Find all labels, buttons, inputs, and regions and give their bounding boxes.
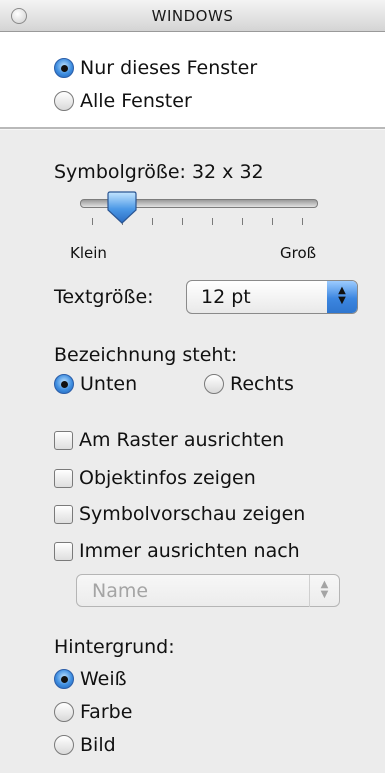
- checkbox-show-icon-preview[interactable]: Symbolvorschau zeigen: [54, 503, 305, 525]
- radio-unselected-icon: [54, 91, 74, 111]
- arrange-by-popup[interactable]: Name ▲ ▼: [76, 574, 340, 607]
- slider-tick: [302, 218, 303, 225]
- icon-size-slider-thumb[interactable]: [106, 190, 138, 226]
- checkbox-show-item-info[interactable]: Objektinfos zeigen: [54, 467, 256, 489]
- icon-size-label: Symbolgröße: 32 x 32: [54, 161, 264, 183]
- radio-label: Weiß: [80, 668, 127, 690]
- radio-label: Alle Fenster: [80, 90, 192, 112]
- radio-label: Unten: [80, 373, 138, 395]
- radio-selected-icon: [54, 58, 74, 78]
- checkbox-label: Immer ausrichten nach: [79, 540, 300, 562]
- title-bar: WINDOWS: [0, 0, 385, 32]
- checkbox-icon: [54, 541, 73, 561]
- radio-unselected-icon: [54, 735, 74, 755]
- slider-tick: [242, 218, 243, 225]
- up-down-arrows-icon: ▲ ▼: [309, 575, 339, 607]
- slider-min-label: Klein: [70, 244, 107, 262]
- checkbox-label: Am Raster ausrichten: [79, 429, 285, 451]
- checkbox-label: Objektinfos zeigen: [79, 467, 256, 489]
- radio-label: Rechts: [230, 373, 294, 395]
- text-size-value: 12 pt: [201, 286, 251, 308]
- radio-unselected-icon: [54, 702, 74, 722]
- text-size-popup[interactable]: 12 pt ▲ ▼: [186, 280, 358, 314]
- label-position-heading: Bezeichnung steht:: [54, 344, 238, 366]
- checkbox-label: Symbolvorschau zeigen: [79, 503, 306, 525]
- radio-background-picture[interactable]: Bild: [54, 734, 116, 756]
- slider-tick: [182, 218, 183, 225]
- arrange-by-value: Name: [92, 580, 149, 602]
- radio-label: Farbe: [80, 701, 133, 723]
- checkbox-snap-to-grid[interactable]: Am Raster ausrichten: [54, 429, 284, 451]
- radio-only-this-window[interactable]: Nur dieses Fenster: [54, 57, 257, 79]
- radio-label-bottom[interactable]: Unten: [54, 373, 137, 395]
- radio-background-white[interactable]: Weiß: [54, 668, 127, 690]
- radio-all-windows[interactable]: Alle Fenster: [54, 90, 192, 112]
- background-heading: Hintergrund:: [54, 636, 175, 658]
- window-title: WINDOWS: [151, 7, 234, 25]
- radio-label: Bild: [80, 734, 116, 756]
- radio-unselected-icon: [204, 374, 224, 394]
- radio-label-right[interactable]: Rechts: [204, 373, 294, 395]
- scope-section: [0, 32, 385, 127]
- slider-tick: [92, 218, 93, 225]
- radio-background-color[interactable]: Farbe: [54, 701, 132, 723]
- radio-label: Nur dieses Fenster: [80, 57, 258, 79]
- checkbox-icon: [54, 504, 73, 524]
- section-divider: [0, 127, 385, 130]
- radio-selected-icon: [54, 374, 74, 394]
- checkbox-icon: [54, 430, 73, 450]
- up-down-arrows-icon: ▲ ▼: [327, 281, 357, 313]
- slider-max-label: Groß: [280, 244, 317, 262]
- checkbox-keep-arranged-by[interactable]: Immer ausrichten nach: [54, 540, 300, 562]
- slider-tick: [212, 218, 213, 225]
- text-size-label: Textgröße:: [54, 286, 154, 308]
- checkbox-icon: [54, 468, 73, 488]
- radio-selected-icon: [54, 669, 74, 689]
- slider-tick: [152, 218, 153, 225]
- slider-tick: [272, 218, 273, 225]
